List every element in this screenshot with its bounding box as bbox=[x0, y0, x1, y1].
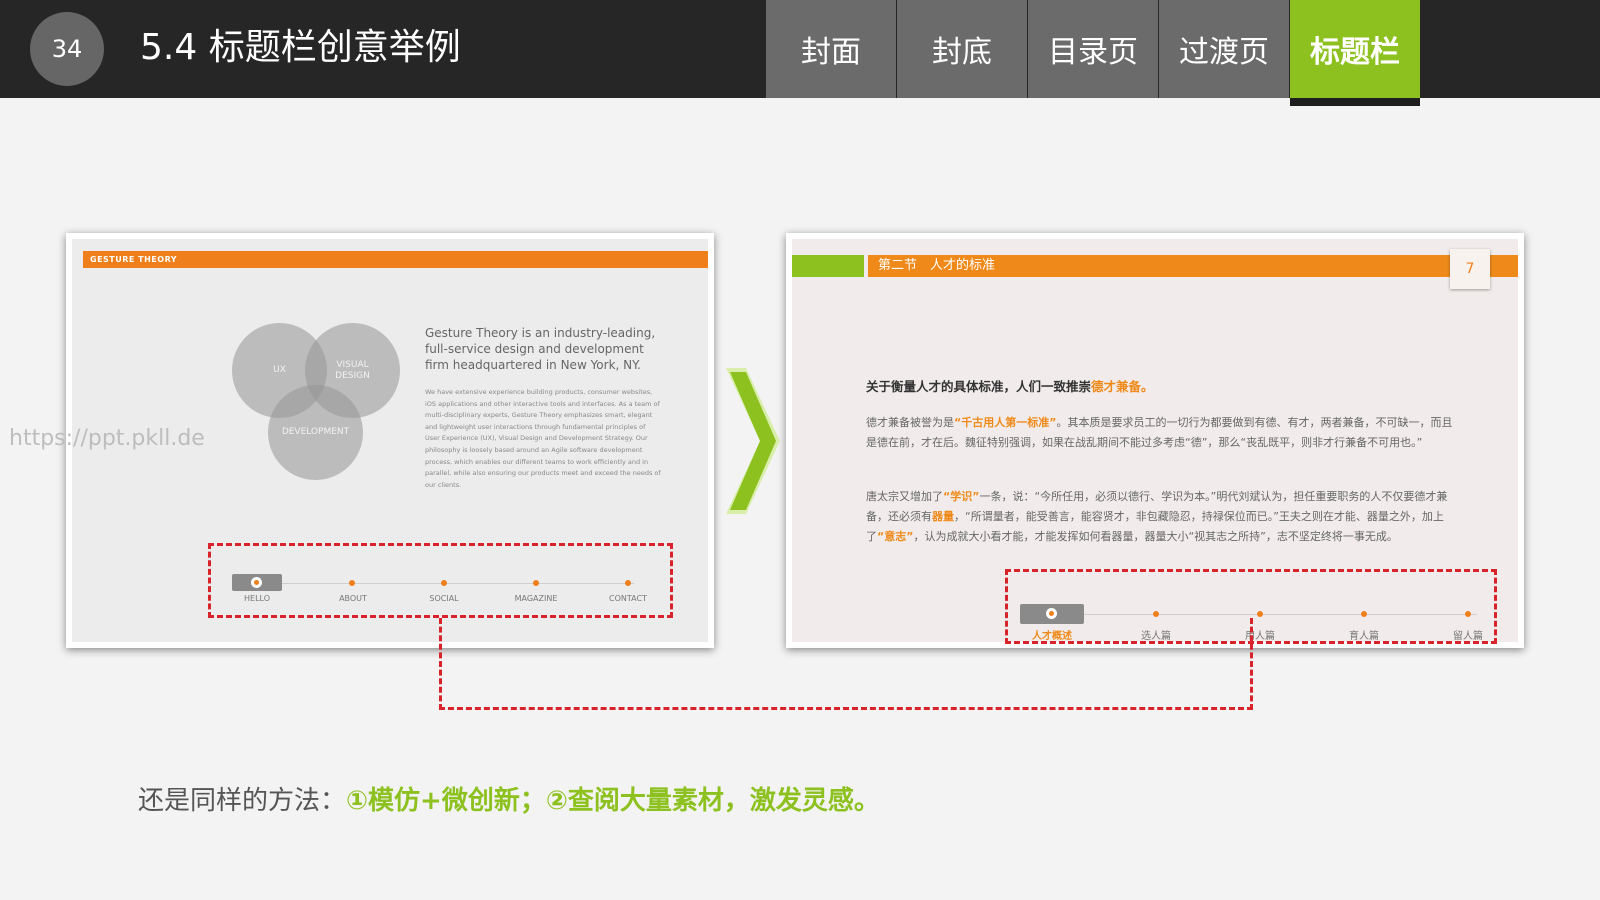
venn-diagram: UX VISUAL DESIGN DEVELOPMENT bbox=[232, 323, 407, 488]
title-bar-green-block bbox=[792, 255, 864, 277]
gesture-theory-body: We have extensive experience building pr… bbox=[425, 388, 661, 489]
caption-lead: 还是同样的方法： bbox=[138, 786, 347, 816]
tab-transition-page[interactable]: 过渡页 bbox=[1159, 0, 1289, 98]
header-bar: 34 5.4 标题栏创意举例 封面 封底 目录页 过渡页 标题栏 bbox=[0, 0, 1600, 106]
caption-emphasis: ①模仿+微创新；②查阅大量素材，激发灵感。 bbox=[346, 786, 880, 816]
connector-line bbox=[439, 618, 1253, 710]
intro-line: 关于衡量人才的具体标准，人们一致推崇德才兼备。 bbox=[866, 376, 1154, 395]
gesture-theory-lead: Gesture Theory is an industry-leading, f… bbox=[425, 326, 656, 372]
slide-title: 5.4 标题栏创意举例 bbox=[140, 27, 461, 68]
p2-highlight-2: 器量 bbox=[932, 510, 954, 523]
intro-highlight: 德才兼备。 bbox=[1091, 379, 1154, 394]
title-bar-orange: 第二节 人才的标准 bbox=[868, 255, 1518, 277]
watermark: https://ppt.pkll.de bbox=[9, 426, 205, 451]
paragraph-2: 唐太宗又增加了“学识”一条，说：“今所任用，必须以德行、学识为本。”明代刘斌认为… bbox=[866, 487, 1456, 547]
p2-highlight-1: “学识” bbox=[943, 490, 980, 503]
p2-highlight-3: “意志” bbox=[877, 530, 914, 543]
section-tabs: 封面 封底 目录页 过渡页 标题栏 bbox=[766, 0, 1421, 106]
venn-label-visual-design: VISUAL DESIGN bbox=[335, 359, 370, 381]
chevron-right-icon bbox=[726, 368, 780, 514]
tab-title-bar[interactable]: 标题栏 bbox=[1290, 0, 1420, 106]
venn-circle-development: DEVELOPMENT bbox=[268, 385, 363, 480]
p1-text-a: 德才兼备被誉为是 bbox=[866, 416, 954, 429]
p1-highlight: “千古用人第一标准” bbox=[954, 416, 1057, 429]
page-number-tab: 7 bbox=[1450, 249, 1490, 289]
intro-text: 关于衡量人才的具体标准，人们一致推崇 bbox=[866, 379, 1092, 394]
caption: 还是同样的方法：①模仿+微创新；②查阅大量素材，激发灵感。 bbox=[138, 780, 880, 817]
p2-text-a: 唐太宗又增加了 bbox=[866, 490, 943, 503]
tab-contents-page[interactable]: 目录页 bbox=[1028, 0, 1158, 98]
gesture-theory-header: GESTURE THEORY bbox=[83, 251, 708, 268]
paragraph-1: 德才兼备被誉为是“千古用人第一标准”。其本质是要求员工的一切行为都要做到有德、有… bbox=[866, 413, 1456, 453]
tab-back-cover[interactable]: 封底 bbox=[897, 0, 1027, 98]
page-number-badge: 34 bbox=[30, 12, 104, 86]
venn-label-development: DEVELOPMENT bbox=[281, 427, 350, 437]
p2-text-d: ，认为成就大小看才能，才能发挥如何看器量，器量大小“视其志之所持”，志不坚定终将… bbox=[913, 530, 1398, 543]
highlight-box-left-nav bbox=[208, 543, 673, 618]
venn-label-ux: UX bbox=[273, 365, 286, 375]
tab-cover[interactable]: 封面 bbox=[766, 0, 896, 98]
